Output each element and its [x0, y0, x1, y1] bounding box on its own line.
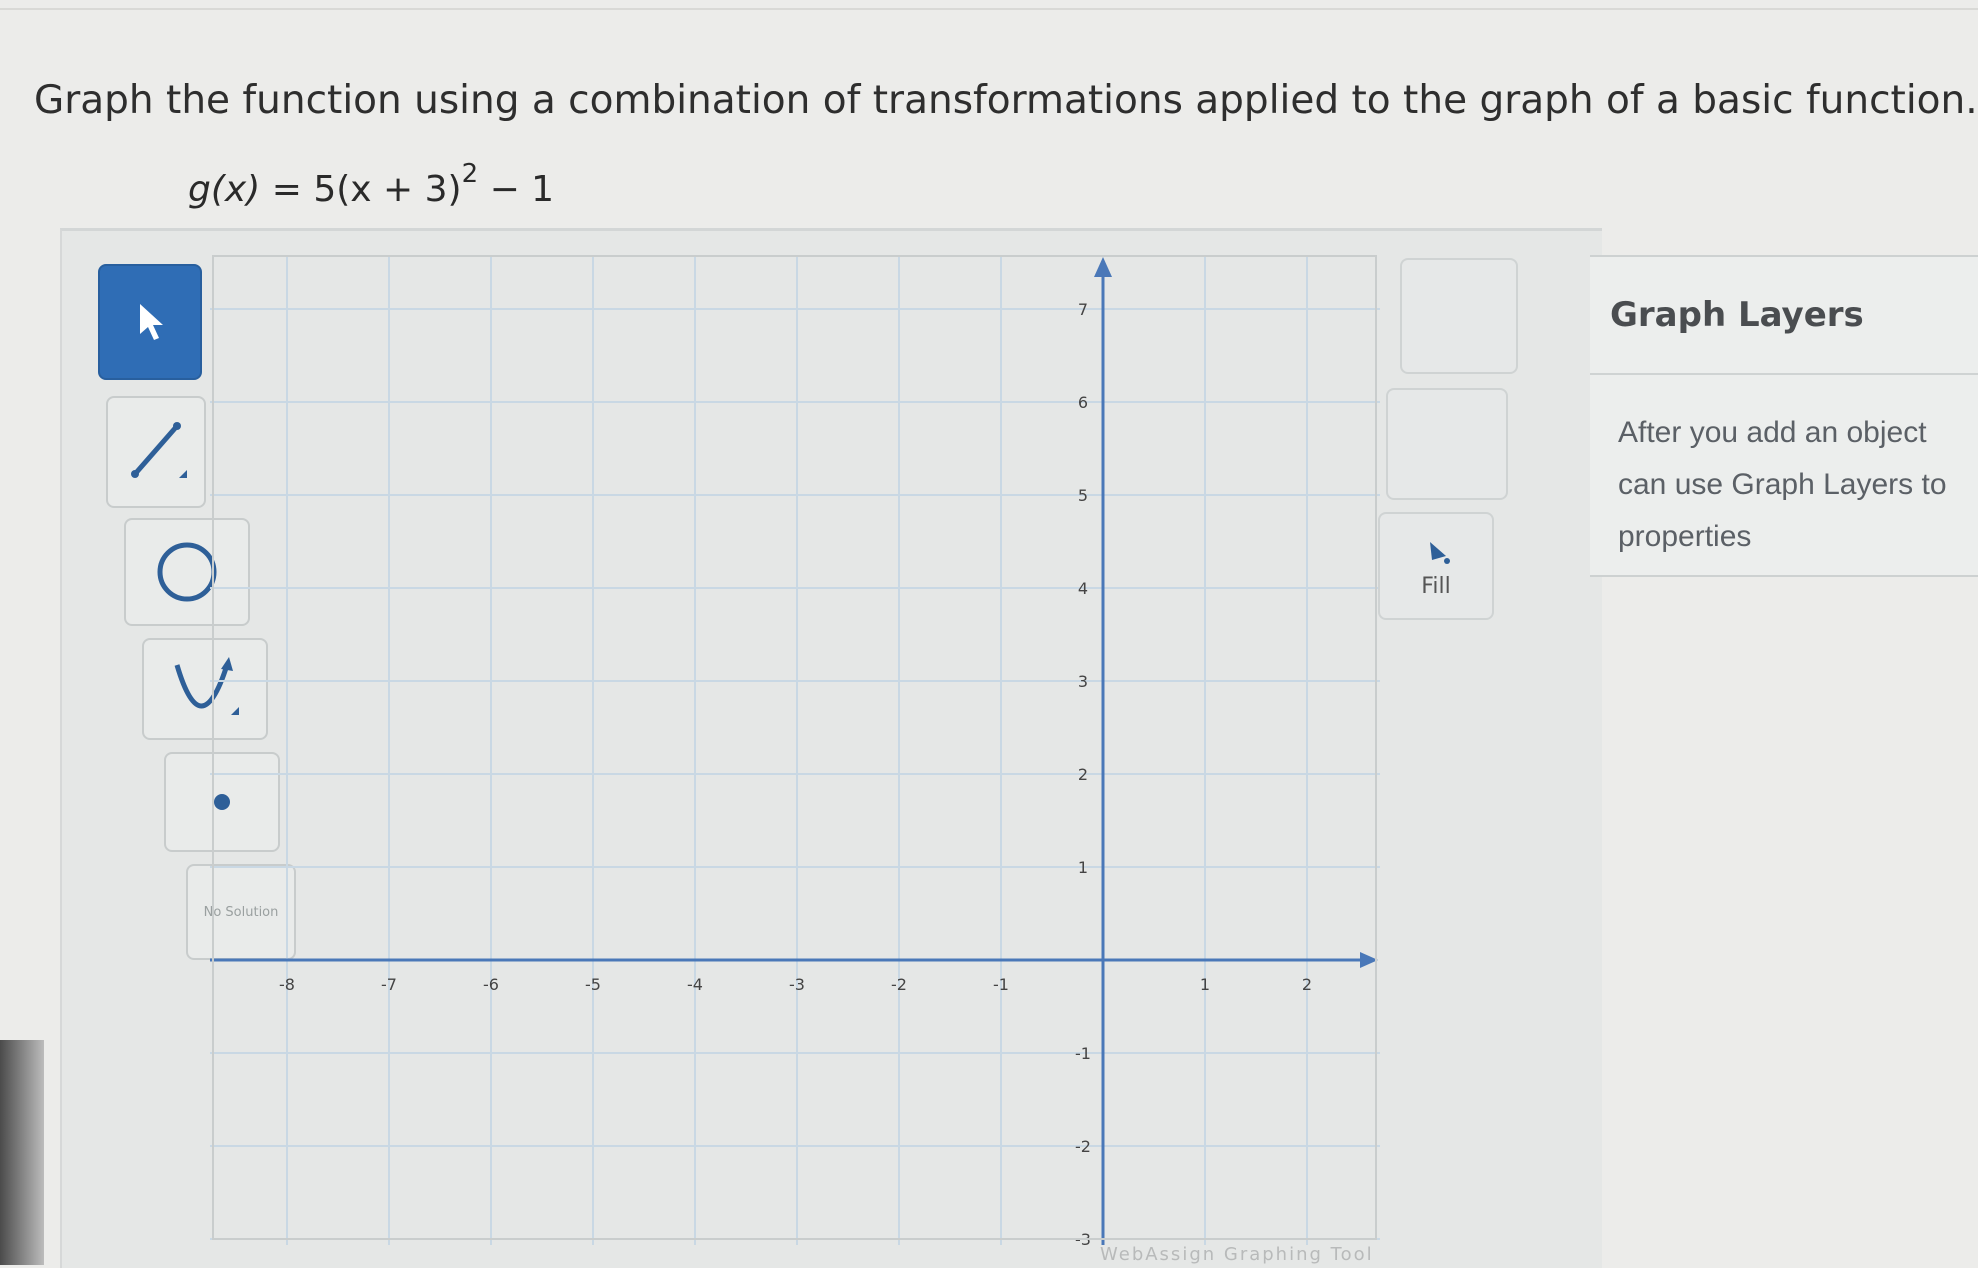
copy-button[interactable] — [1386, 388, 1508, 500]
function-equation: g(x) = 5(x + 3)2 − 1 — [188, 159, 555, 210]
x-tick-label: -5 — [585, 975, 601, 994]
y-tick-label: 7 — [1078, 300, 1088, 319]
delete-button[interactable] — [1400, 258, 1518, 374]
y-tick-label: 4 — [1078, 579, 1088, 598]
fill-label: Fill — [1421, 573, 1451, 599]
equals-sign: = — [271, 169, 314, 210]
y-axis-arrow — [1094, 257, 1112, 277]
graph-layers-panel: Graph Layers After you add an object can… — [1590, 255, 1978, 577]
graph-canvas[interactable]: -8 -7 -6 -5 -4 -3 -2 -1 1 2 7 6 5 4 3 2 1 -1 -2 -3 — [210, 255, 1380, 1245]
footer-label: WebAssign Graphing Tool — [1100, 1244, 1374, 1265]
y-tick-label: 5 — [1078, 486, 1088, 505]
pointer-icon — [140, 304, 163, 340]
screen-edge — [0, 1040, 44, 1265]
x-tick-label: -6 — [483, 975, 499, 994]
graph-layers-title: Graph Layers — [1610, 295, 1864, 335]
coordinate-graph[interactable]: -8 -7 -6 -5 -4 -3 -2 -1 1 2 7 6 5 4 3 2 1 -1 -2 -3 — [210, 255, 1380, 1245]
y-tick-label: 3 — [1078, 672, 1088, 691]
y-tick-label: -2 — [1075, 1137, 1091, 1156]
equation-lhs: g(x) — [188, 169, 261, 210]
x-tick-label: -7 — [381, 975, 397, 994]
line-icon — [131, 422, 187, 478]
x-axis-arrow — [1360, 952, 1378, 968]
y-tick-label: -1 — [1075, 1044, 1091, 1063]
y-tick-label: 1 — [1078, 858, 1088, 877]
line-tool-button[interactable] — [106, 396, 206, 508]
top-divider — [0, 8, 1978, 10]
paint-bucket-icon — [1430, 541, 1450, 564]
x-tick-label: -4 — [687, 975, 703, 994]
y-tick-label: 6 — [1078, 393, 1088, 412]
x-tick-label: 1 — [1200, 975, 1210, 994]
equation-rhs-tail: − 1 — [478, 169, 555, 210]
equation-exponent: 2 — [461, 159, 479, 189]
question-text: Graph the function using a combination o… — [34, 78, 1978, 123]
x-tick-label: -2 — [891, 975, 907, 994]
x-tick-label: -8 — [279, 975, 295, 994]
graph-layers-help-text: After you add an object can use Graph La… — [1618, 416, 1947, 553]
y-tick-label: -3 — [1075, 1230, 1091, 1245]
pointer-tool-button[interactable] — [98, 264, 202, 380]
layers-divider — [1590, 373, 1978, 375]
equation-rhs-main: 5(x + 3) — [313, 169, 462, 210]
x-tick-label: -3 — [789, 975, 805, 994]
fill-button[interactable]: Fill — [1378, 512, 1494, 620]
x-tick-label: -1 — [993, 975, 1009, 994]
y-tick-label: 2 — [1078, 765, 1088, 784]
x-tick-label: 2 — [1302, 975, 1312, 994]
